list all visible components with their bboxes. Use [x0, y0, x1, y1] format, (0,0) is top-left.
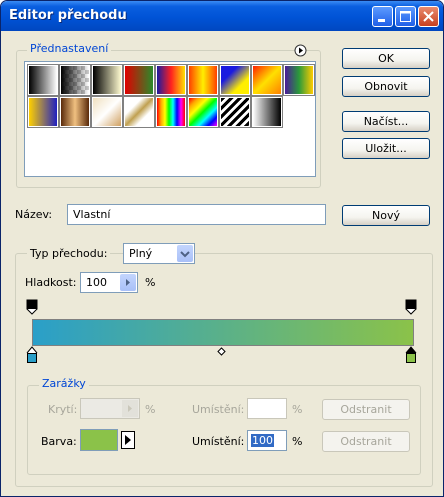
opacity-stop-left[interactable] [26, 299, 38, 316]
preset-swatch[interactable] [155, 96, 187, 128]
smoothness-label: Hladkost: [25, 276, 77, 289]
opacity-slider-button[interactable] [122, 400, 138, 417]
opacity-unit: % [145, 403, 156, 416]
color-stop-left[interactable] [26, 346, 38, 364]
preset-swatch[interactable] [123, 96, 155, 128]
preset-swatch[interactable] [59, 64, 91, 96]
gradient-editor-window: Editor přechodu Přednastavení OK Obnovit… [0, 0, 444, 497]
maximize-icon [400, 11, 411, 22]
delete-color-stop-button[interactable]: Odstranit [322, 431, 410, 452]
smoothness-slider-button[interactable] [120, 274, 136, 291]
maximize-button[interactable] [395, 6, 416, 27]
opacity-location-unit: % [292, 403, 303, 416]
preset-swatch[interactable] [91, 64, 123, 96]
preset-swatch[interactable] [123, 64, 155, 96]
preset-swatch[interactable] [155, 64, 187, 96]
color-stop-right[interactable] [405, 346, 417, 364]
preset-swatch[interactable] [251, 64, 283, 96]
cancel-button[interactable]: Obnovit [342, 76, 430, 97]
color-label: Barva: [41, 435, 77, 448]
color-location-value: 100 [251, 434, 274, 447]
close-icon [423, 11, 434, 22]
preset-swatch[interactable] [27, 96, 59, 128]
preset-swatch[interactable] [219, 96, 251, 128]
name-input[interactable]: Vlastní [67, 204, 326, 225]
stop-color-swatch[interactable] [80, 429, 118, 451]
circle-arrow-right-icon[interactable] [294, 44, 307, 57]
preset-swatch[interactable] [283, 64, 315, 96]
save-button[interactable]: Uložit... [342, 138, 430, 159]
gradient-type-select[interactable]: Plný [123, 243, 195, 264]
close-button[interactable] [418, 6, 439, 27]
new-button[interactable]: Nový [342, 205, 430, 226]
opacity-label: Krytí: [48, 403, 78, 416]
delete-opacity-stop-button[interactable]: Odstranit [322, 399, 410, 420]
midpoint-diamond[interactable] [217, 347, 226, 356]
gradient-type-value: Plný [129, 247, 153, 260]
chevron-right-icon [128, 405, 132, 412]
dropdown-button[interactable] [177, 245, 193, 262]
color-location-input[interactable]: 100 [247, 430, 287, 451]
smoothness-input[interactable]: 100 [80, 272, 138, 293]
ok-button[interactable]: OK [342, 48, 430, 69]
color-location-unit: % [292, 435, 303, 448]
color-location-label: Umístění: [192, 435, 245, 448]
preset-swatch-grid [24, 61, 316, 177]
opacity-location-input[interactable] [247, 398, 287, 419]
preset-swatch[interactable] [187, 96, 219, 128]
preset-swatch[interactable] [219, 64, 251, 96]
preset-swatch[interactable] [91, 96, 123, 128]
smoothness-value: 100 [86, 276, 107, 289]
smoothness-unit: % [145, 276, 156, 289]
opacity-stop-right[interactable] [405, 299, 417, 316]
minimize-icon [378, 19, 385, 22]
title-bar[interactable]: Editor přechodu [1, 1, 443, 31]
triangle-right-icon [125, 435, 131, 445]
stops-legend: Zarážky [39, 377, 89, 390]
opacity-input[interactable] [80, 398, 140, 419]
presets-legend: Přednastavení [27, 42, 112, 55]
gradient-type-label: Typ přechodu: [27, 247, 111, 261]
gradient-preview-bar[interactable] [32, 319, 414, 346]
preset-swatch[interactable] [59, 96, 91, 128]
name-label: Název: [15, 208, 53, 221]
preset-swatch[interactable] [251, 96, 283, 128]
chevron-down-icon [180, 251, 190, 258]
load-button[interactable]: Načíst... [342, 111, 430, 132]
window-title: Editor přechodu [9, 8, 127, 23]
preset-swatch[interactable] [187, 64, 219, 96]
opacity-location-label: Umístění: [192, 403, 245, 416]
minimize-button[interactable] [372, 6, 393, 27]
preset-swatch[interactable] [27, 64, 59, 96]
chevron-right-icon [126, 279, 130, 286]
stop-color-menu-button[interactable] [121, 431, 135, 449]
